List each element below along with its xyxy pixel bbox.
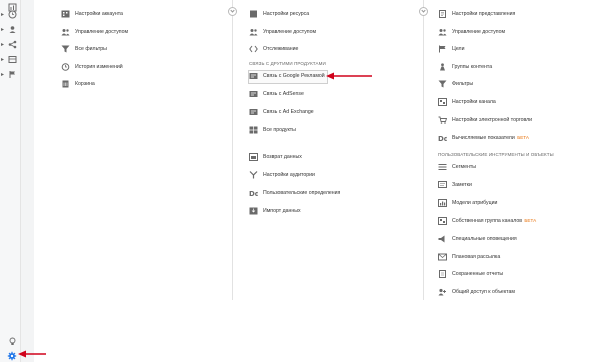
goals-label: Цели	[452, 46, 465, 52]
change-history-label: История изменений	[75, 64, 123, 70]
gear-icon	[7, 351, 17, 361]
admin-panel	[34, 0, 600, 362]
saved-icon	[438, 270, 447, 278]
channel-icon	[438, 217, 447, 225]
flag-icon	[8, 70, 17, 79]
ad-exchange-linking-label: Связь с Ad Exchange	[263, 109, 314, 115]
users-icon	[249, 28, 258, 36]
property-settings-label: Настройки ресурса	[263, 11, 310, 17]
flag-icon	[438, 45, 447, 53]
data-icon	[249, 153, 258, 161]
segments-label: Сегменты	[452, 164, 476, 170]
nav-realtime[interactable]: ▸	[0, 9, 20, 21]
lightbulb-icon	[8, 337, 17, 346]
tracking-label: Отслеживание	[263, 46, 299, 52]
dd-icon: Dd	[438, 134, 447, 142]
code-icon	[249, 45, 258, 53]
user-icon	[8, 25, 17, 34]
nav-audience[interactable]: ▸	[0, 24, 20, 36]
table-icon	[8, 55, 17, 64]
scheduled-emails-label: Плановая рассылка	[452, 254, 501, 260]
filter-icon	[61, 45, 70, 53]
calculated-metrics-text: Вычисляемые показатели БЕТА	[452, 133, 529, 143]
mail-icon	[438, 253, 447, 261]
collapse-column-icon[interactable]	[419, 7, 428, 16]
svg-text:Dd: Dd	[438, 135, 447, 142]
share-user-icon	[438, 288, 447, 296]
note-icon	[438, 181, 447, 189]
view-access-label: Управление доступом	[452, 29, 506, 35]
link-icon	[249, 72, 258, 80]
product-linking-heading: СВЯЗЬ С ДРУГИМИ ПРОДУКТАМИ	[249, 61, 326, 66]
annotations-label: Заметки	[452, 182, 472, 188]
annotation-arrow-google-ads	[326, 72, 374, 80]
link-icon	[249, 90, 258, 98]
nav-behavior[interactable]: ▸	[0, 54, 20, 66]
nav-discover[interactable]	[0, 336, 20, 348]
saved-reports-label: Сохраненные отчеты	[452, 271, 504, 277]
channel-settings-label: Настройки канала	[452, 99, 496, 105]
nav-conversions[interactable]: ▸	[0, 69, 20, 81]
audience-settings-label: Настройки аудитории	[263, 172, 315, 178]
caret-right-icon: ▸	[1, 27, 5, 33]
column-divider	[232, 0, 233, 300]
users-icon	[61, 28, 70, 36]
ecommerce-settings-label: Настройки электронной торговли	[452, 117, 533, 123]
caret-right-icon: ▸	[1, 57, 5, 63]
caret-right-icon: ▸	[1, 42, 5, 48]
trash-label: Корзина	[75, 81, 95, 87]
fork-icon	[249, 171, 258, 179]
data-return-label: Возврат данных	[263, 154, 302, 160]
calculated-metrics-label: Вычисляемые показатели	[452, 135, 515, 141]
column-divider	[423, 0, 424, 300]
history-icon	[61, 63, 70, 71]
caret-right-icon: ▸	[1, 72, 5, 78]
share-icon	[8, 40, 17, 49]
custom-definitions-label: Пользовательские определения	[263, 190, 341, 196]
property-access-label: Управление доступом	[263, 29, 317, 35]
beta-badge: БЕТА	[517, 135, 529, 140]
segment-icon	[438, 163, 447, 171]
import-icon	[249, 207, 258, 215]
data-import-label: Импорт данных	[263, 208, 301, 214]
doc-icon	[438, 10, 447, 18]
grid-icon	[249, 126, 258, 134]
collapse-column-icon[interactable]	[228, 7, 237, 16]
cart-icon	[438, 116, 447, 124]
nav-acquisition[interactable]: ▸	[0, 39, 20, 51]
adsense-linking-label: Связь с AdSense	[263, 91, 304, 97]
custom-channel-grouping-text: Собственная группа каналов БЕТА	[452, 216, 536, 226]
svg-text:Dd: Dd	[249, 190, 258, 197]
custom-channel-grouping-label: Собственная группа каналов	[452, 218, 522, 224]
users-icon	[438, 28, 447, 36]
clock-icon	[8, 10, 17, 19]
custom-tools-heading: ПОЛЬЗОВАТЕЛЬСКИЕ ИНСТРУМЕНТЫ И ОБЪЕКТЫ	[438, 152, 554, 157]
building-icon	[61, 10, 70, 18]
all-filters-label: Все фильтры	[75, 46, 107, 52]
view-settings-label: Настройки представления	[452, 11, 516, 17]
alert-icon	[438, 235, 447, 243]
beta-badge: БЕТА	[524, 218, 537, 223]
channel-icon	[438, 98, 447, 106]
view-filters-label: Фильтры	[452, 81, 474, 87]
dd-icon: Dd	[249, 189, 258, 197]
link-icon	[249, 108, 258, 116]
attribution-models-label: Модели атрибуции	[452, 200, 498, 206]
square-icon	[249, 10, 258, 18]
content-groups-label: Группы контента	[452, 64, 493, 70]
nav-admin[interactable]	[0, 350, 20, 362]
custom-alerts-label: Специальные оповещения	[452, 236, 517, 242]
model-icon	[438, 199, 447, 207]
all-products-label: Все продукты	[263, 127, 296, 133]
trash-icon	[61, 80, 70, 88]
google-ads-linking-label: Связь с Google Рекламой	[263, 73, 325, 79]
caret-right-icon: ▸	[1, 12, 5, 18]
left-nav: ▸ ▸ ▸ ▸ ▸	[0, 0, 21, 362]
account-settings-label: Настройки аккаунта	[75, 11, 123, 17]
filter-icon	[438, 80, 447, 88]
account-access-label: Управление доступом	[75, 29, 129, 35]
share-assets-label: Общий доступ к объектам	[452, 289, 515, 295]
person-icon	[438, 63, 447, 71]
annotation-arrow-admin	[18, 350, 48, 358]
